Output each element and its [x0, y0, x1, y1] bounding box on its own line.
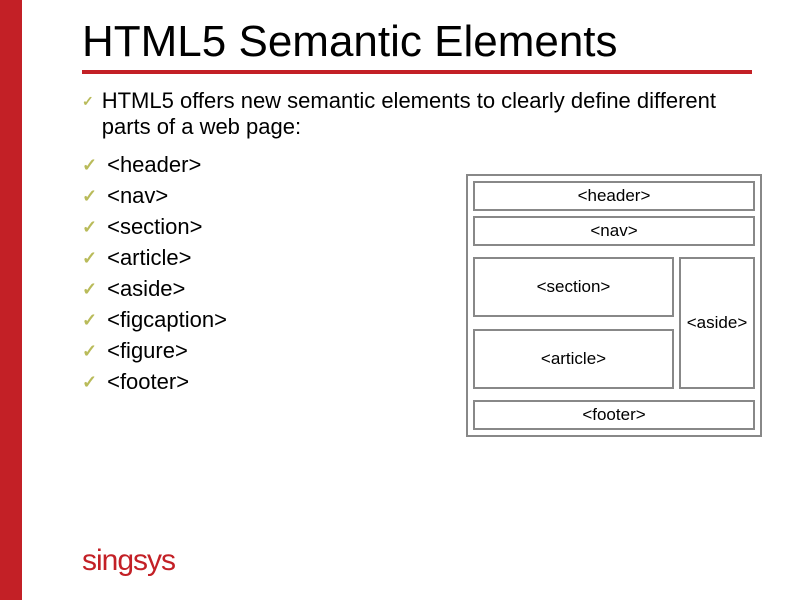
check-icon: ✓: [82, 311, 97, 329]
diagram-main-column: <section> <article>: [473, 257, 674, 389]
diagram-article-box: <article>: [473, 329, 674, 389]
list-item-label: <figcaption>: [107, 307, 227, 333]
list-item: ✓ <header>: [82, 152, 412, 178]
check-icon: ✓: [82, 94, 94, 108]
check-icon: ✓: [82, 342, 97, 360]
list-item-label: <aside>: [107, 276, 185, 302]
intro-text: HTML5 offers new semantic elements to cl…: [102, 88, 722, 142]
list-item-label: <footer>: [107, 369, 189, 395]
list-item-label: <section>: [107, 214, 202, 240]
check-icon: ✓: [82, 373, 97, 391]
list-item: ✓ <footer>: [82, 369, 412, 395]
check-icon: ✓: [82, 187, 97, 205]
slide-content: HTML5 Semantic Elements ✓ HTML5 offers n…: [22, 0, 800, 600]
diagram-outer: <header> <nav> <section> <article> <asid…: [466, 174, 762, 437]
list-item-label: <article>: [107, 245, 191, 271]
list-item-label: <nav>: [107, 183, 168, 209]
element-list: ✓ <header> ✓ <nav> ✓ <section> ✓ <article> ✓…: [82, 152, 412, 395]
left-accent-bar: [0, 0, 22, 600]
diagram-section-box: <section>: [473, 257, 674, 317]
diagram-middle-row: <section> <article> <aside>: [473, 251, 755, 395]
list-item: ✓ <section>: [82, 214, 412, 240]
element-list-column: ✓ <header> ✓ <nav> ✓ <section> ✓ <article> ✓…: [82, 147, 412, 400]
diagram-footer-box: <footer>: [473, 400, 755, 430]
check-icon: ✓: [82, 280, 97, 298]
check-icon: ✓: [82, 218, 97, 236]
list-item: ✓ <nav>: [82, 183, 412, 209]
check-icon: ✓: [82, 249, 97, 267]
brand-text: singsys: [82, 544, 175, 577]
list-item: ✓ <aside>: [82, 276, 412, 302]
intro-row: ✓ HTML5 offers new semantic elements to …: [82, 88, 722, 142]
title-underline: [82, 70, 752, 74]
diagram-aside-box: <aside>: [679, 257, 755, 389]
list-item-label: <figure>: [107, 338, 188, 364]
list-item-label: <header>: [107, 152, 201, 178]
list-item: ✓ <figure>: [82, 338, 412, 364]
brand-logo: singsys: [82, 544, 175, 578]
layout-diagram: <header> <nav> <section> <article> <asid…: [466, 174, 762, 437]
list-item: ✓ <figcaption>: [82, 307, 412, 333]
diagram-nav-box: <nav>: [473, 216, 755, 246]
slide-title: HTML5 Semantic Elements: [82, 18, 770, 66]
list-item: ✓ <article>: [82, 245, 412, 271]
check-icon: ✓: [82, 156, 97, 174]
diagram-header-box: <header>: [473, 181, 755, 211]
